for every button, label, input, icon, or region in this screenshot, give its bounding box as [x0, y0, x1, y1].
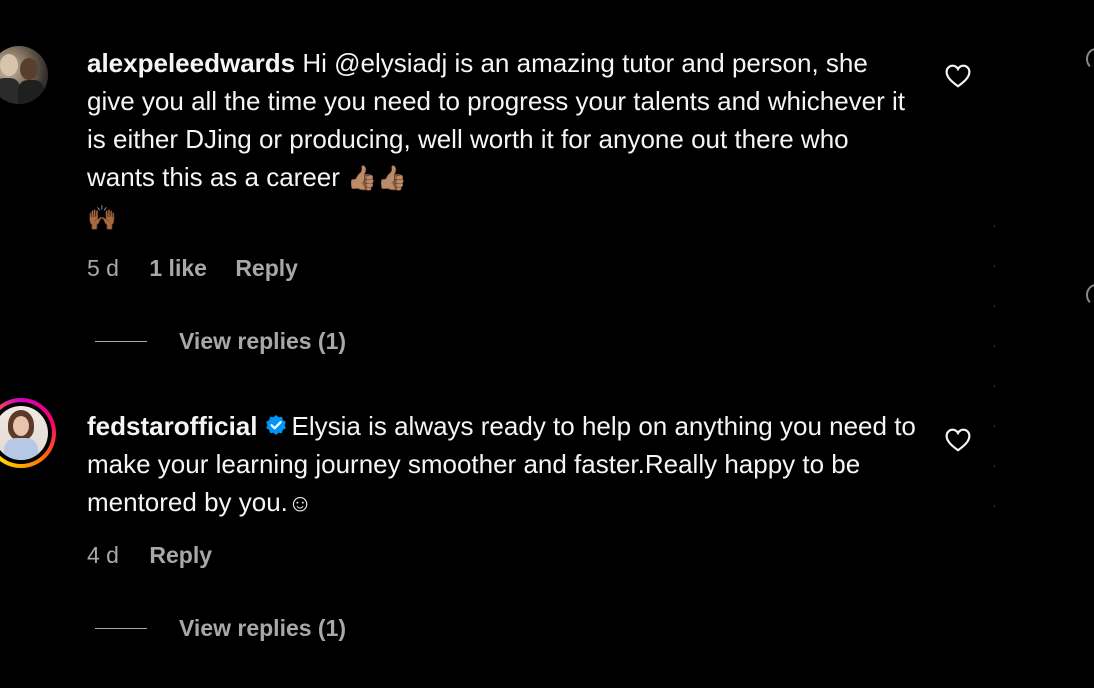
- comment-body: fedstarofficial Elysia is always ready t…: [87, 407, 917, 523]
- comment-meta: 4 d Reply: [87, 542, 234, 569]
- heart-icon[interactable]: [945, 428, 971, 452]
- comment-username[interactable]: fedstarofficial: [87, 411, 258, 441]
- comment-emoji: ☺: [287, 490, 313, 517]
- avatar-face: [13, 416, 29, 436]
- comment-timestamp: 4 d: [87, 542, 119, 568]
- avatar-story-ring[interactable]: [0, 398, 56, 468]
- divider-line: [95, 628, 147, 629]
- divider-line: [95, 341, 147, 342]
- avatar-face: [0, 54, 18, 76]
- offscreen-control-fragment: [1086, 48, 1094, 70]
- comment-emoji: 👍🏽👍🏽: [347, 165, 407, 192]
- scroll-track: [994, 225, 995, 535]
- avatar[interactable]: [0, 46, 48, 104]
- avatar-face: [20, 58, 38, 80]
- offscreen-control-fragment: [1086, 284, 1094, 306]
- reply-button[interactable]: Reply: [149, 542, 212, 568]
- comment-username[interactable]: alexpeleedwards: [87, 48, 295, 78]
- view-replies-label: View replies (1): [179, 328, 347, 354]
- view-replies-button[interactable]: View replies (1): [95, 615, 346, 642]
- verified-badge-icon: [265, 415, 286, 435]
- likes-count-link[interactable]: 1 like: [149, 255, 207, 281]
- comment-emoji: 🙌🏾: [87, 205, 117, 232]
- view-replies-label: View replies (1): [179, 615, 347, 641]
- view-replies-button[interactable]: View replies (1): [95, 328, 346, 355]
- avatar-figure: [18, 80, 44, 104]
- avatar-figure: [0, 78, 20, 104]
- avatar-figure: [4, 438, 38, 460]
- heart-icon[interactable]: [945, 64, 971, 88]
- comment-timestamp: 5 d: [87, 255, 119, 281]
- comment-body: alexpeleedwards Hi @elysiadj is an amazi…: [87, 44, 917, 238]
- comment-meta: 5 d 1 like Reply: [87, 255, 320, 282]
- reply-button[interactable]: Reply: [235, 255, 298, 281]
